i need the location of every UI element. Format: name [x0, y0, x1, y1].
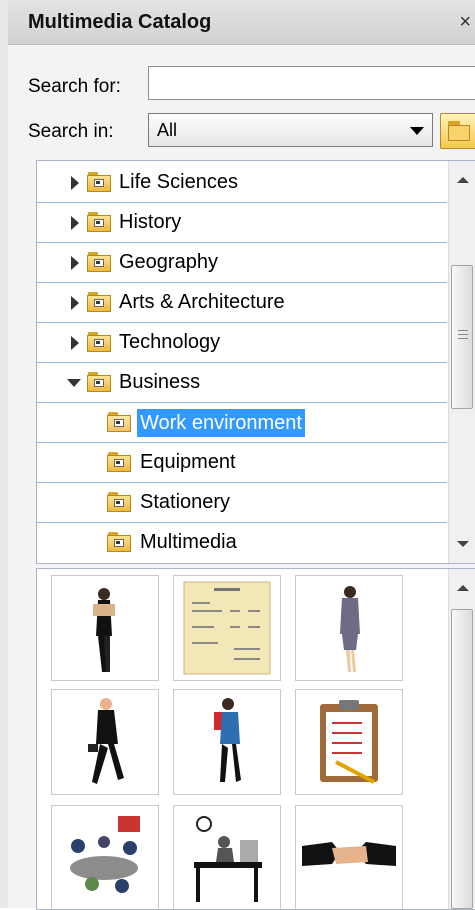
- scrollbar-thumb[interactable]: [451, 609, 473, 909]
- tree-item-stationery[interactable]: Stationery: [37, 483, 447, 523]
- folder-icon: [87, 372, 111, 392]
- businessman-walking-icon[interactable]: [51, 689, 159, 795]
- tree-item-label: Business: [119, 371, 201, 393]
- tree-item-label: History: [119, 211, 182, 233]
- search-in-label: Search in:: [28, 121, 114, 142]
- gallery-scrollbar[interactable]: [448, 569, 475, 909]
- scrollbar-thumb[interactable]: [451, 265, 473, 409]
- expand-arrow-icon[interactable]: [71, 296, 79, 310]
- category-tree: Life Sciences History Geography Arts & A…: [36, 160, 475, 564]
- tree-item-label-selected: Work environment: [137, 409, 305, 437]
- chevron-down-icon: [410, 127, 424, 135]
- tree-item-work-environment[interactable]: Work environment: [37, 403, 447, 443]
- folder-icon: [87, 292, 111, 312]
- folder-icon: [107, 452, 131, 472]
- meeting-room-icon[interactable]: [51, 805, 159, 909]
- tree-item-history[interactable]: History: [37, 203, 447, 243]
- collapse-arrow-icon[interactable]: [67, 379, 81, 387]
- tree-item-geography[interactable]: Geography: [37, 243, 447, 283]
- expand-arrow-icon[interactable]: [71, 216, 79, 230]
- clipboard-checklist-icon[interactable]: [295, 689, 403, 795]
- panel-header: Multimedia Catalog ×: [8, 0, 475, 45]
- tree-item-label: Technology: [119, 331, 221, 353]
- panel-title: Multimedia Catalog: [28, 11, 212, 33]
- handshake-icon[interactable]: [295, 805, 403, 909]
- woman-reading-icon[interactable]: [51, 575, 159, 681]
- tree-item-technology[interactable]: Technology: [37, 323, 447, 363]
- folder-icon: [107, 532, 131, 552]
- tree-item-life-sciences[interactable]: Life Sciences: [37, 163, 447, 203]
- close-icon[interactable]: ×: [459, 11, 471, 34]
- search-in-selected-value: All: [157, 120, 178, 140]
- search-in-select[interactable]: All: [148, 113, 433, 147]
- search-for-label: Search for:: [28, 76, 121, 97]
- man-at-desk-icon[interactable]: [173, 805, 281, 909]
- tree-item-business[interactable]: Business: [37, 363, 447, 403]
- folder-icon: [87, 212, 111, 232]
- folder-icon: [87, 252, 111, 272]
- multimedia-catalog-panel: Multimedia Catalog × Search for: Search …: [0, 0, 475, 910]
- folder-icon: [87, 332, 111, 352]
- expand-arrow-icon[interactable]: [71, 176, 79, 190]
- invoice-document-icon[interactable]: [173, 575, 281, 681]
- tree-item-label: Life Sciences: [119, 171, 238, 193]
- tree-item-label: Stationery: [140, 491, 231, 513]
- scroll-up-icon[interactable]: [457, 585, 469, 591]
- tree-item-label: Multimedia: [140, 531, 237, 553]
- tree-item-arts-architecture[interactable]: Arts & Architecture: [37, 283, 447, 323]
- tree-item-label: Equipment: [140, 451, 236, 473]
- folder-icon: [107, 492, 131, 512]
- open-folder-icon: [107, 412, 131, 432]
- clipart-gallery: [36, 568, 475, 910]
- tree-item-label: Arts & Architecture: [119, 291, 285, 313]
- tree-item-label: Geography: [119, 251, 218, 273]
- tree-item-multimedia[interactable]: Multimedia: [37, 523, 447, 563]
- tree-scrollbar[interactable]: [448, 161, 475, 563]
- woman-carrying-folders-icon[interactable]: [173, 689, 281, 795]
- scroll-up-icon[interactable]: [457, 177, 469, 183]
- tree-item-equipment[interactable]: Equipment: [37, 443, 447, 483]
- scroll-down-icon[interactable]: [457, 541, 469, 547]
- search-input[interactable]: [148, 66, 475, 100]
- folder-icon: [87, 172, 111, 192]
- expand-arrow-icon[interactable]: [71, 336, 79, 350]
- businesswoman-standing-icon[interactable]: [295, 575, 403, 681]
- browse-folder-button[interactable]: [440, 113, 475, 149]
- expand-arrow-icon[interactable]: [71, 256, 79, 270]
